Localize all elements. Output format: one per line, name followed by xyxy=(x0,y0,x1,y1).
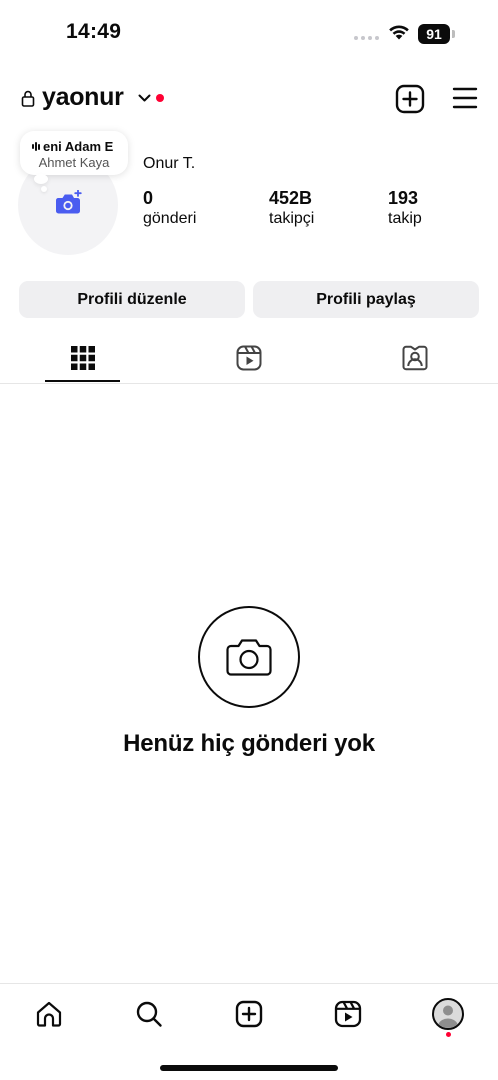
profile-notification-dot xyxy=(446,1032,451,1037)
stat-followers-value: 452B xyxy=(269,188,313,208)
stat-following-label: takip xyxy=(388,210,422,227)
nav-profile[interactable] xyxy=(430,996,466,1032)
grid-icon xyxy=(71,346,95,370)
status-bar: 14:49 91 xyxy=(0,0,498,64)
note-artist: Ahmet Kaya xyxy=(38,155,110,170)
stat-followers[interactable]: 452B takipçi xyxy=(269,188,314,228)
stat-posts-label: gönderi xyxy=(143,210,197,227)
note-song-title: eni Adam E xyxy=(43,139,114,154)
stat-posts[interactable]: 0 gönderi xyxy=(143,188,196,228)
edit-profile-button[interactable]: Profili düzenle xyxy=(19,281,245,318)
active-tab-indicator xyxy=(45,380,120,382)
note-tail xyxy=(34,174,48,184)
nav-reels[interactable] xyxy=(330,996,366,1032)
note-bubble[interactable]: eni Adam E Ahmet Kaya xyxy=(20,131,128,175)
empty-camera-icon xyxy=(198,606,300,708)
search-icon xyxy=(136,1001,162,1027)
lock-icon xyxy=(21,90,35,107)
display-name: Onur T. xyxy=(143,155,196,172)
share-profile-button[interactable]: Profili paylaş xyxy=(253,281,479,318)
nav-create[interactable] xyxy=(231,996,267,1032)
stat-posts-value: 0 xyxy=(143,188,154,208)
status-time: 14:49 xyxy=(66,20,122,43)
home-indicator xyxy=(160,1065,338,1071)
reels-icon xyxy=(236,345,262,371)
tab-reels[interactable] xyxy=(229,342,269,374)
chevron-down-icon[interactable] xyxy=(138,94,151,103)
signal-icon xyxy=(354,36,379,40)
wifi-icon xyxy=(389,25,409,40)
home-icon xyxy=(36,1001,62,1027)
username-switcher[interactable]: yaonur xyxy=(42,83,124,112)
create-post-button[interactable] xyxy=(395,84,425,114)
stat-following[interactable]: 193 takip xyxy=(388,188,422,228)
profile-header: yaonur xyxy=(0,80,498,120)
add-photo-icon[interactable] xyxy=(55,190,83,216)
tagged-icon xyxy=(402,345,428,371)
tab-tagged[interactable] xyxy=(395,342,435,374)
empty-state-title: Henüz hiç gönderi yok xyxy=(123,730,375,757)
stat-followers-label: takipçi xyxy=(269,210,315,227)
tab-posts[interactable] xyxy=(63,342,103,374)
music-bars-icon xyxy=(32,142,40,151)
reels-icon xyxy=(334,1000,362,1028)
stat-following-value: 193 xyxy=(388,188,419,208)
profile-avatar-icon xyxy=(432,998,464,1030)
notification-dot xyxy=(156,94,164,102)
note-tail-small xyxy=(41,186,47,192)
battery-cap xyxy=(452,30,455,38)
note-song: eni Adam E xyxy=(32,139,113,154)
battery-indicator: 91 xyxy=(418,24,450,44)
nav-search[interactable] xyxy=(131,996,167,1032)
menu-button[interactable] xyxy=(452,86,478,110)
profile-tabs xyxy=(0,334,498,384)
nav-home[interactable] xyxy=(31,996,67,1032)
create-icon xyxy=(235,1000,263,1028)
